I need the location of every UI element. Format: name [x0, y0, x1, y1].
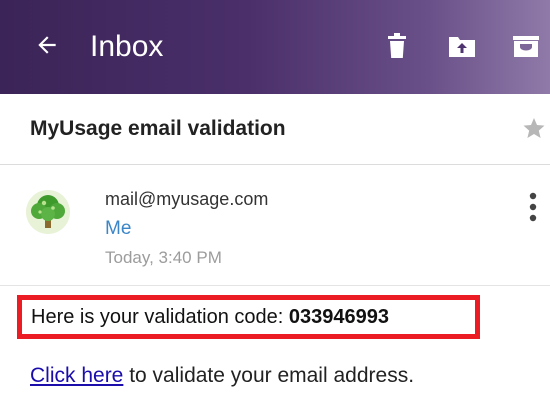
arrow-left-icon: [38, 36, 56, 54]
delete-button[interactable]: [381, 30, 413, 62]
more-options-button[interactable]: [522, 187, 544, 227]
message-date: Today, 3:40 PM: [105, 248, 222, 267]
email-view: Inbox MyUsage email validation mail@myus…: [0, 0, 550, 413]
app-bar: Inbox: [0, 0, 550, 94]
divider: [0, 285, 550, 286]
validation-code: 033946993: [288, 306, 390, 328]
star-icon: [523, 118, 545, 138]
archive-button[interactable]: [510, 30, 542, 62]
sender-email[interactable]: mail@myusage.com: [105, 187, 268, 211]
archive-icon: [513, 36, 539, 57]
recipient-label[interactable]: Me: [105, 216, 131, 242]
folder-move-icon: [449, 37, 475, 57]
code-prefix: Here is your validation code:: [31, 306, 289, 328]
validation-link[interactable]: Click here: [30, 364, 123, 387]
move-to-folder-button[interactable]: [446, 30, 478, 62]
page-title: Inbox: [90, 30, 164, 63]
sender-avatar: [26, 190, 70, 234]
validation-link-line: Click here to validate your email addres…: [30, 362, 414, 390]
email-subject: MyUsage email validation: [30, 117, 286, 140]
more-vertical-icon: [529, 192, 537, 222]
star-button[interactable]: [520, 114, 548, 142]
subject-row: MyUsage email validation: [0, 94, 550, 165]
tree-icon: [26, 190, 70, 234]
validation-code-line: Here is your validation code: 033946993: [31, 303, 389, 331]
back-button[interactable]: [30, 28, 64, 62]
trash-icon: [388, 33, 406, 58]
link-suffix: to validate your email address.: [123, 364, 415, 387]
